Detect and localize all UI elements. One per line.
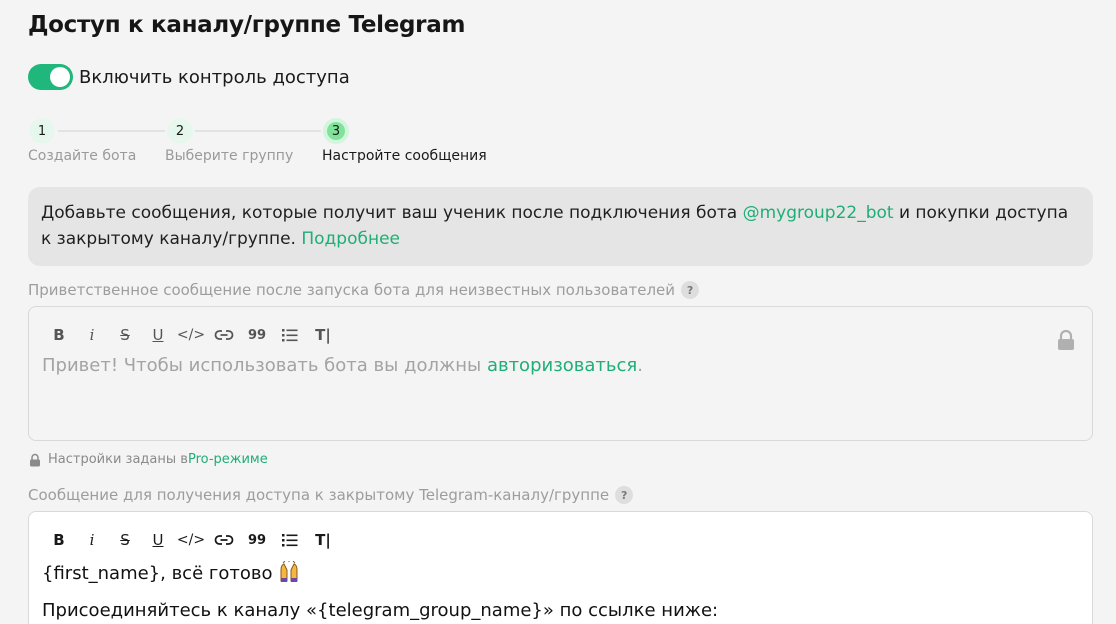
- strikethrough-button: S: [120, 326, 130, 344]
- help-icon[interactable]: ?: [615, 486, 634, 504]
- step-3-number: 3: [331, 123, 341, 139]
- italic-button[interactable]: i: [80, 530, 104, 550]
- quote-button[interactable]: 99: [245, 530, 269, 550]
- pro-mode-note: Настройки заданы в Pro-режиме: [28, 452, 268, 467]
- step-1-circle[interactable]: 1: [29, 118, 55, 144]
- help-icon[interactable]: ?: [681, 281, 700, 299]
- editor-toolbar: B i S U </> 99 T|: [47, 325, 344, 345]
- step-2-number: 2: [175, 123, 185, 139]
- access-line-1-text: {first_name}, всё готово: [42, 563, 279, 584]
- welcome-text-2: .: [637, 355, 643, 376]
- italic-button: i: [89, 326, 95, 344]
- welcome-field-label: Приветственное сообщение после запуска б…: [28, 281, 700, 299]
- bold-button: B: [53, 326, 65, 344]
- strikethrough-button[interactable]: S: [113, 530, 137, 550]
- access-message-line-1: {first_name}, всё готово: [42, 561, 300, 584]
- authorize-link: авторизоваться: [486, 355, 638, 376]
- step-1-label[interactable]: Создайте бота: [28, 148, 136, 164]
- info-text-1: Добавьте сообщения, которые получит ваш …: [41, 203, 743, 223]
- welcome-label-text: Приветственное сообщение после запуска б…: [28, 281, 676, 299]
- underline-button[interactable]: U: [146, 530, 170, 550]
- access-message-line-2: Присоединяйтесь к каналу «{telegram_grou…: [42, 600, 719, 621]
- step-2-circle[interactable]: 2: [167, 118, 193, 144]
- page-title: Доступ к каналу/группе Telegram: [28, 12, 466, 38]
- step-1-number: 1: [37, 123, 47, 139]
- clear-format-button: T|: [315, 326, 331, 344]
- code-button: </>: [176, 327, 206, 343]
- step-3-label[interactable]: Настройте сообщения: [322, 148, 487, 164]
- welcome-message-editor: B i S U </> 99 T| Привет! Чтобы использо…: [28, 306, 1093, 441]
- link-icon: [212, 325, 236, 345]
- link-icon[interactable]: [212, 530, 236, 550]
- small-lock-icon: [30, 453, 40, 466]
- quote-button: 99: [247, 327, 267, 343]
- toggle-knob: [50, 67, 70, 87]
- pro-note-text: Настройки заданы в: [48, 452, 188, 467]
- stepper: 1 Создайте бота 2 Выберите группу 3 Наст…: [28, 118, 508, 168]
- more-link[interactable]: Подробнее: [301, 229, 400, 249]
- step-connector: [195, 130, 321, 132]
- lock-icon: [1058, 329, 1074, 350]
- raised-hands-emoji: [280, 561, 298, 582]
- welcome-message-text: Привет! Чтобы использовать бота вы должн…: [42, 355, 643, 376]
- pro-mode-link[interactable]: Pro-режиме: [188, 452, 268, 467]
- bold-button[interactable]: B: [47, 530, 71, 550]
- editor-toolbar: B i S U </> 99 T|: [47, 530, 344, 550]
- bot-name-link[interactable]: @mygroup22_bot: [743, 203, 894, 223]
- step-connector: [58, 130, 165, 132]
- clear-format-button[interactable]: T|: [311, 530, 335, 550]
- access-label-text: Сообщение для получения доступа к закрыт…: [28, 486, 610, 504]
- access-control-toggle-row: Включить контроль доступа: [28, 64, 350, 90]
- code-button[interactable]: </>: [177, 530, 205, 550]
- access-message-editor[interactable]: B i S U </> 99 T| {first_name}, всё гото…: [28, 511, 1093, 624]
- info-box: Добавьте сообщения, которые получит ваш …: [28, 187, 1093, 266]
- underline-button: U: [152, 326, 164, 344]
- step-3-circle[interactable]: 3: [323, 118, 349, 144]
- step-2-label[interactable]: Выберите группу: [165, 148, 293, 164]
- access-control-label: Включить контроль доступа: [79, 66, 350, 88]
- list-icon: [278, 325, 302, 345]
- welcome-text-1: Привет! Чтобы использовать бота вы должн…: [42, 355, 487, 376]
- access-field-label: Сообщение для получения доступа к закрыт…: [28, 486, 634, 504]
- list-icon[interactable]: [278, 530, 302, 550]
- access-control-toggle[interactable]: [28, 64, 73, 90]
